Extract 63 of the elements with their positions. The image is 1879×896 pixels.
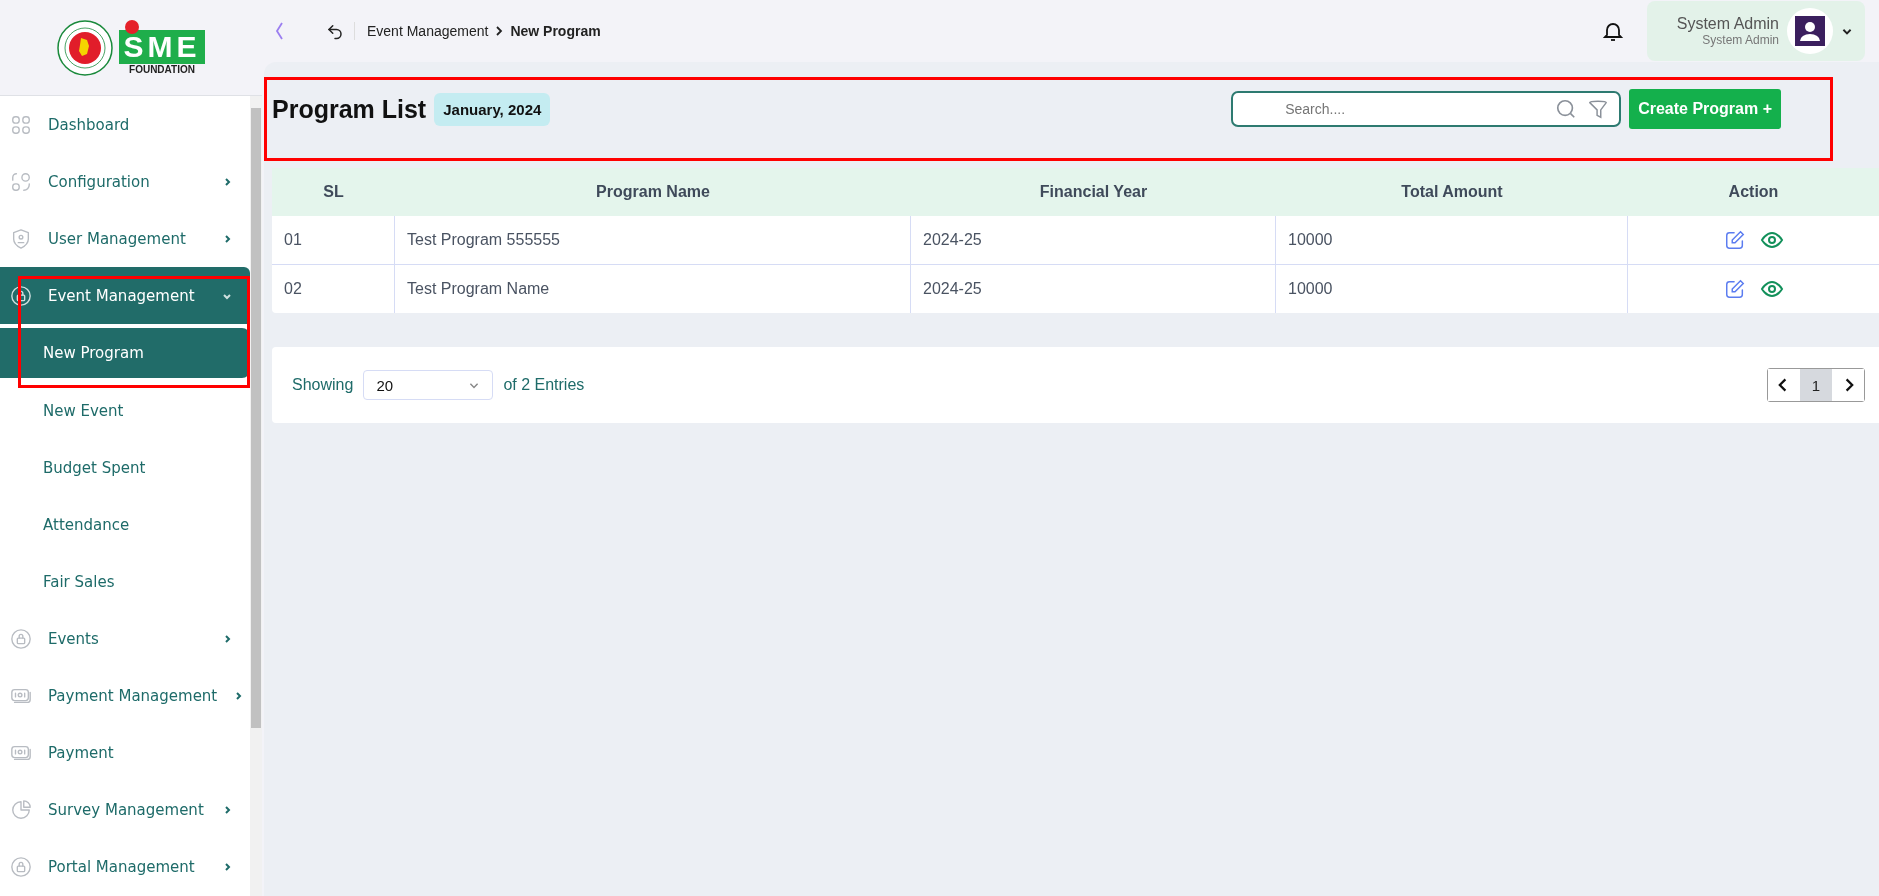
user-menu[interactable]: System Admin System Admin — [1646, 1, 1865, 61]
sidebar-item[interactable]: Payment Management — [0, 667, 250, 724]
sidebar-item[interactable]: Event Management — [0, 267, 250, 324]
submenu-item[interactable]: New Program — [0, 328, 250, 378]
user-name: System Admin — [1676, 15, 1779, 33]
column-header: SL — [322, 182, 345, 202]
breadcrumb-current: New Program — [510, 23, 601, 39]
table-cell: Test Program Name — [395, 265, 911, 313]
column-header: Financial Year — [1038, 182, 1149, 202]
filter-icon[interactable] — [1587, 98, 1610, 120]
page-size-select[interactable]: 20 — [363, 370, 494, 400]
lock-icon — [10, 855, 32, 878]
breadcrumb-link[interactable]: Event Management — [367, 23, 489, 39]
submenu-item[interactable]: Fair Sales — [0, 553, 250, 610]
table-cell: 01 — [272, 216, 395, 264]
page-title: Program List — [272, 94, 427, 124]
table-cell: 2024-25 — [911, 265, 1276, 313]
chevron-icon — [222, 176, 232, 187]
table-cell: 02 — [272, 265, 395, 313]
edit-icon[interactable] — [1723, 229, 1746, 251]
shield-icon — [10, 227, 32, 250]
table-cell: 10000 — [1276, 216, 1628, 264]
sidebar-item[interactable]: Portal Management — [0, 838, 250, 895]
search-input[interactable]: Search.... — [1283, 100, 1546, 118]
sidebar-item[interactable]: Survey Management — [0, 781, 250, 838]
chevron-icon — [222, 633, 232, 644]
submenu-item[interactable]: New Event — [0, 382, 250, 439]
search-field[interactable]: Search.... — [1231, 91, 1622, 127]
sidebar-item[interactable]: Configuration — [0, 153, 250, 210]
user-role: System Admin — [1702, 33, 1779, 47]
showing-label: Showing — [292, 376, 354, 394]
sme-logo: SME FOUNDATION — [119, 20, 205, 75]
shapes-icon — [10, 170, 32, 193]
sidebar-item[interactable]: Events — [0, 610, 250, 667]
scrollbar-thumb[interactable] — [251, 108, 261, 728]
chevron-icon — [494, 25, 505, 37]
chevron-icon — [222, 804, 232, 815]
period-badge: January, 2024 — [434, 92, 551, 126]
submenu-item[interactable]: Attendance — [0, 496, 250, 553]
column-header: Action — [1727, 182, 1780, 202]
search-icon[interactable] — [1555, 98, 1578, 120]
avatar-icon — [1795, 16, 1825, 46]
table-cell: 2024-25 — [911, 216, 1276, 264]
chevron-icon — [222, 233, 232, 244]
sidebar-item[interactable]: Payment — [0, 724, 250, 781]
undo-icon[interactable] — [326, 22, 355, 40]
lock-icon — [10, 284, 32, 307]
pie-chart-icon — [10, 798, 32, 821]
column-header: Total Amount — [1400, 182, 1504, 202]
lock-icon — [10, 627, 32, 650]
entries-label: of 2 Entries — [503, 376, 585, 394]
page-button[interactable]: 1 — [1800, 369, 1832, 401]
table-cell: 10000 — [1276, 265, 1628, 313]
column-header: Program Name — [595, 182, 711, 202]
sidebar-item[interactable]: Dashboard — [0, 96, 250, 153]
chevron-icon — [233, 690, 244, 701]
chevron-icon — [222, 861, 232, 872]
edit-icon[interactable] — [1723, 278, 1746, 300]
emblem-icon — [57, 19, 114, 76]
table-cell: Test Program 555555 — [395, 216, 911, 264]
submenu-item[interactable]: Budget Spent — [0, 439, 250, 496]
sidebar-item[interactable]: User Management — [0, 210, 250, 267]
grid-icon — [10, 113, 32, 136]
